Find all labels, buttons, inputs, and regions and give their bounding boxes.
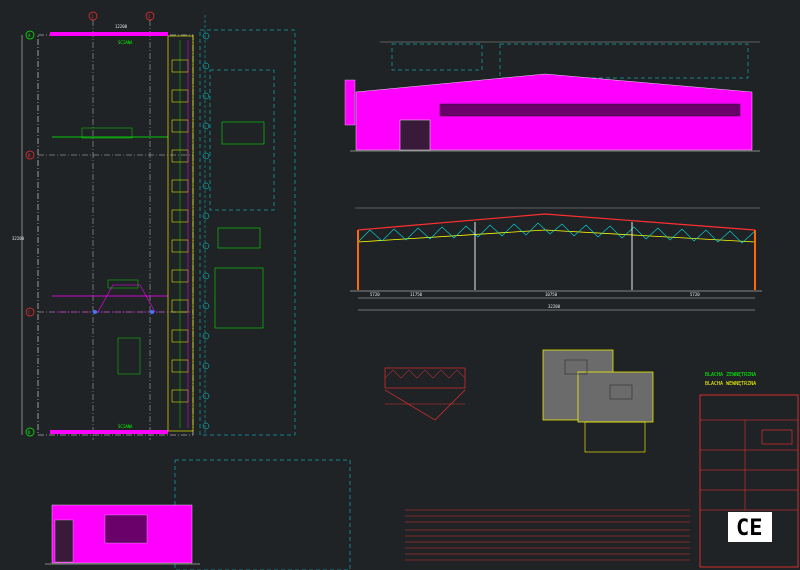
plan-bottom-label: ŚCIANA xyxy=(118,424,133,429)
section-dim-1: 5720 xyxy=(370,292,380,297)
plan-total-dimension: 32200 xyxy=(12,236,25,241)
title-block: CE xyxy=(699,394,799,568)
axis-label-d: D xyxy=(28,430,31,435)
plan-span-dimension: 12200 xyxy=(115,24,128,29)
floor-plan: ŚCIANA ŚCIANA xyxy=(21,11,296,440)
legend-item-inner-sheet: BLACHA WEWNĘTRZNA xyxy=(705,381,756,387)
plan-top-label: ŚCIANA xyxy=(118,40,133,45)
elevation-view xyxy=(344,41,760,152)
plan-annotations xyxy=(202,15,210,435)
section-dim-4: 5720 xyxy=(690,292,700,297)
roof-plan xyxy=(542,349,654,453)
detail-view xyxy=(384,367,466,421)
axis-label-a: A xyxy=(28,33,31,38)
section-dim-total: 32200 xyxy=(548,304,561,309)
axis-label-b: B xyxy=(28,153,31,158)
section-dim-2: 11750 xyxy=(410,292,423,297)
legend-item-outer-sheet: BLACHA ZEWNĘTRZNA xyxy=(705,372,756,378)
notes-block xyxy=(405,509,690,561)
axis-label-c: C xyxy=(28,310,31,315)
axis-label-2: 2 xyxy=(148,14,151,19)
bottom-elevation xyxy=(45,459,351,570)
axis-label-1: 1 xyxy=(91,14,94,19)
cad-drawing-canvas[interactable]: ŚCIANA ŚCIANA 5720 11750 10750 5720 3220… xyxy=(0,0,800,570)
truss-section: 5720 11750 10750 5720 32200 xyxy=(350,207,762,311)
plan-column-row xyxy=(167,35,194,432)
ce-mark: CE xyxy=(736,516,763,541)
legend: BLACHA ZEWNĘTRZNA BLACHA WEWNĘTRZNA xyxy=(705,372,756,387)
section-dim-3: 10750 xyxy=(545,292,558,297)
